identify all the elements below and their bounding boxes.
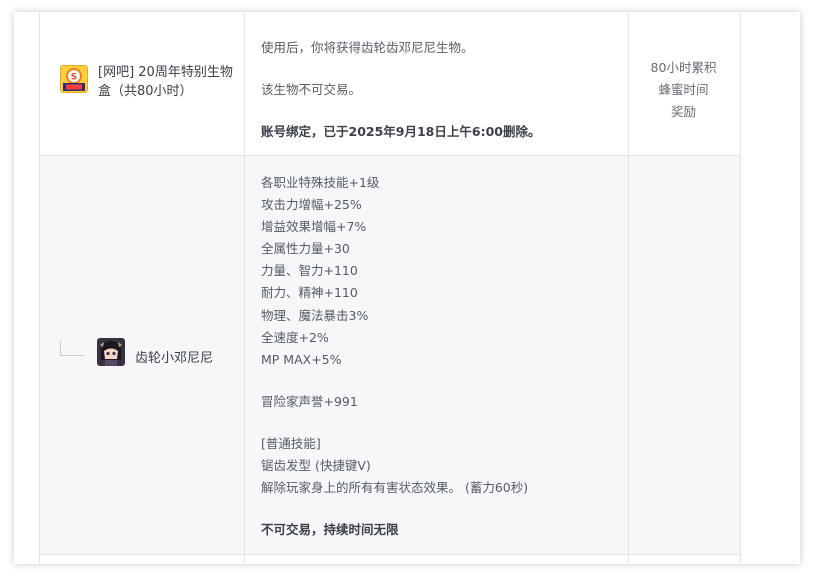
table-row: S [网吧] 20周年特别生物盒（共80小时） 使用后，你将获得齿轮齿邓尼尼生物… (40, 12, 740, 156)
item-description: 使用后，你将获得齿轮齿邓尼尼生物。 该生物不可交易。 账号绑定，已于2025年9… (261, 37, 540, 163)
item-cell: S [网吧] 20周年特别生物盒（共80小时） (40, 12, 245, 155)
stat-line: 全属性力量+30 (261, 241, 350, 257)
skill-effect: 解除玩家身上的所有有害状态效果。 (蓄力60秒) (261, 480, 529, 496)
table-row (40, 555, 740, 564)
tree-connector (60, 341, 85, 356)
skill-header: [普通技能] (261, 435, 321, 451)
description-cell: 各职业特殊技能+1级 攻击力增幅+25% 增益效果增幅+7% 全属性力量+30 … (245, 156, 629, 554)
item-name: [网吧] 20周年特别生物盒（共80小时） (98, 65, 233, 99)
item-table: S [网吧] 20周年特别生物盒（共80小时） 使用后，你将获得齿轮齿邓尼尼生物… (39, 12, 741, 564)
description-line: 使用后，你将获得齿轮齿邓尼尼生物。 (261, 40, 474, 55)
reward-cell (629, 156, 738, 554)
reward-line: 奖励 (670, 104, 696, 119)
reward-line: 80小时累积 (650, 60, 717, 75)
reward-text: 80小时累积 蜂蜜时间 奖励 (629, 57, 738, 123)
pet-name: 齿轮小邓尼尼 (135, 351, 214, 366)
pet-character-icon (97, 338, 125, 366)
item-table-card: S [网吧] 20周年特别生物盒（共80小时） 使用后，你将获得齿轮齿邓尼尼生物… (14, 12, 800, 564)
deletion-notice: 账号绑定，已于2025年9月18日上午6:00删除。 (261, 124, 541, 139)
reputation-line: 冒险家声誉+991 (261, 393, 358, 409)
trade-notice: 不可交易，持续时间无限 (261, 522, 399, 538)
stat-line: MP MAX+5% (261, 351, 342, 367)
stat-line: 全速度+2% (261, 329, 329, 345)
stat-line: 攻击力增幅+25% (261, 197, 362, 213)
item-cell: 齿轮小邓尼尼 (40, 156, 245, 554)
description-cell: 使用后，你将获得齿轮齿邓尼尼生物。 该生物不可交易。 账号绑定，已于2025年9… (245, 12, 629, 155)
svg-text:S: S (71, 73, 77, 83)
reward-line: 蜂蜜时间 (658, 82, 709, 97)
stat-line: 增益效果增幅+7% (261, 219, 367, 235)
gift-box-icon: S (60, 65, 88, 93)
stat-line: 耐力、精神+110 (261, 285, 358, 301)
stat-line: 各职业特殊技能+1级 (261, 175, 380, 190)
stat-line: 物理、魔法暴击3% (261, 307, 369, 323)
reward-cell: 80小时累积 蜂蜜时间 奖励 (629, 12, 738, 155)
table-row: 齿轮小邓尼尼 各职业特殊技能+1级 攻击力增幅+25% 增益效果增幅+7% 全属… (40, 156, 740, 555)
description-line: 该生物不可交易。 (261, 82, 362, 97)
skill-name: 锯齿发型 (快捷键V) (261, 458, 371, 474)
pet-stats: 各职业特殊技能+1级 攻击力增幅+25% 增益效果增幅+7% 全属性力量+30 … (261, 172, 528, 541)
stat-line: 力量、智力+110 (261, 263, 358, 279)
